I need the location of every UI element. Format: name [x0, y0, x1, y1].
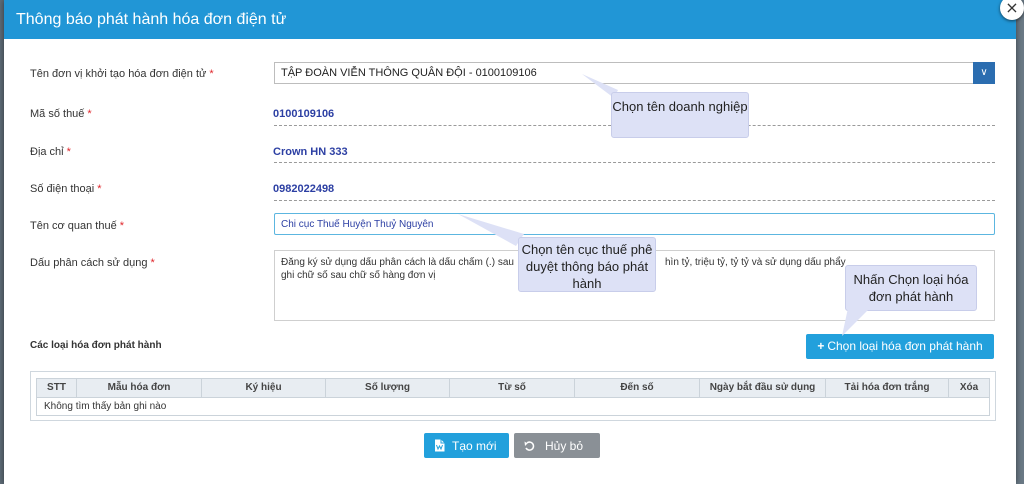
plus-icon: +	[817, 339, 825, 353]
create-button-label: Tạo mới	[452, 439, 497, 453]
required-mark: *	[87, 108, 92, 120]
tax-office-value: Chi cục Thuế Huyện Thuỷ Nguyên	[281, 219, 434, 230]
separator-label: Dấu phân cách sử dụng *	[30, 257, 155, 269]
close-icon: ×	[1005, 0, 1019, 17]
chevron-down-icon[interactable]: ∨	[973, 62, 995, 84]
column-header: Từ số	[450, 379, 575, 397]
tax-office-label: Tên cơ quan thuế *	[30, 220, 124, 232]
divider	[274, 200, 995, 201]
required-mark: *	[66, 146, 71, 158]
create-button[interactable]: Tạo mới	[424, 433, 509, 458]
add-invoice-type-label: Chọn loại hóa đơn phát hành	[827, 339, 983, 353]
tooltip-arrow	[842, 308, 870, 336]
separator-text-line2: ghi chữ số sau chữ số hàng đơn vị	[281, 270, 436, 281]
tax-code-value: 0100109106	[273, 108, 335, 120]
tooltip-tax-office: Chọn tên cục thuế phê duyệt thông báo ph…	[518, 237, 656, 292]
add-invoice-type-button[interactable]: + Chọn loại hóa đơn phát hành	[806, 334, 994, 359]
address-label: Địa chỉ *	[30, 146, 71, 158]
column-header: Mẫu hóa đơn	[77, 379, 202, 397]
tooltip-company: Chọn tên doanh nghiệp	[611, 92, 749, 138]
cancel-button[interactable]: Hủy bỏ	[514, 433, 600, 458]
required-mark: *	[150, 257, 155, 269]
required-mark: *	[209, 68, 214, 80]
column-header: Đến số	[575, 379, 700, 397]
empty-message: Không tìm thấy bản ghi nào	[44, 401, 167, 412]
phone-value: 0982022498	[273, 183, 335, 195]
dialog-header: Thông báo phát hành hóa đơn điện tử	[4, 0, 1016, 39]
org-label: Tên đơn vị khởi tạo hóa đơn điện tử *	[30, 68, 214, 80]
tooltip-arrow	[458, 214, 524, 246]
tooltip-invoice-type: Nhấn Chọn loại hóa đơn phát hành	[845, 265, 977, 311]
tax-office-input[interactable]: Chi cục Thuế Huyện Thuỷ Nguyên	[274, 213, 995, 235]
column-header: STT	[37, 379, 77, 397]
invoice-types-table: STT Mẫu hóa đơn Ký hiệu Số lượng Từ số Đ…	[30, 371, 996, 421]
table-row: Không tìm thấy bản ghi nào	[36, 398, 990, 416]
cancel-button-label: Hủy bỏ	[545, 439, 584, 453]
separator-text-line1-a: Đăng ký sử dụng dấu phân cách là dấu chấ…	[281, 257, 514, 268]
dialog-title: Thông báo phát hành hóa đơn điện tử	[16, 11, 287, 28]
column-header: Tải hóa đơn trắng	[826, 379, 949, 397]
divider	[274, 162, 995, 163]
table-header: STT Mẫu hóa đơn Ký hiệu Số lượng Từ số Đ…	[36, 378, 990, 398]
address-value: Crown HN 333	[273, 146, 348, 158]
document-icon	[435, 439, 445, 452]
org-select[interactable]: TẬP ĐOÀN VIỄN THÔNG QUÂN ĐỘI - 010010910…	[274, 62, 995, 84]
column-header: Ngày bắt đầu sử dụng	[700, 379, 826, 397]
undo-icon	[524, 441, 535, 451]
required-mark: *	[119, 220, 124, 232]
org-select-value: TẬP ĐOÀN VIỄN THÔNG QUÂN ĐỘI - 010010910…	[281, 67, 537, 79]
phone-label: Số điện thoại *	[30, 183, 102, 195]
column-header: Số lượng	[326, 379, 450, 397]
column-header: Xóa	[959, 382, 979, 393]
column-header: Ký hiệu	[202, 379, 326, 397]
tax-code-label: Mã số thuế *	[30, 108, 92, 120]
invoice-types-title: Các loại hóa đơn phát hành	[30, 340, 162, 351]
close-button[interactable]: ×	[1000, 0, 1024, 20]
required-mark: *	[97, 183, 102, 195]
separator-text-line1-b: hìn tỷ, triệu tỷ, tỷ tỷ và sử dụng dấu p…	[665, 257, 846, 268]
